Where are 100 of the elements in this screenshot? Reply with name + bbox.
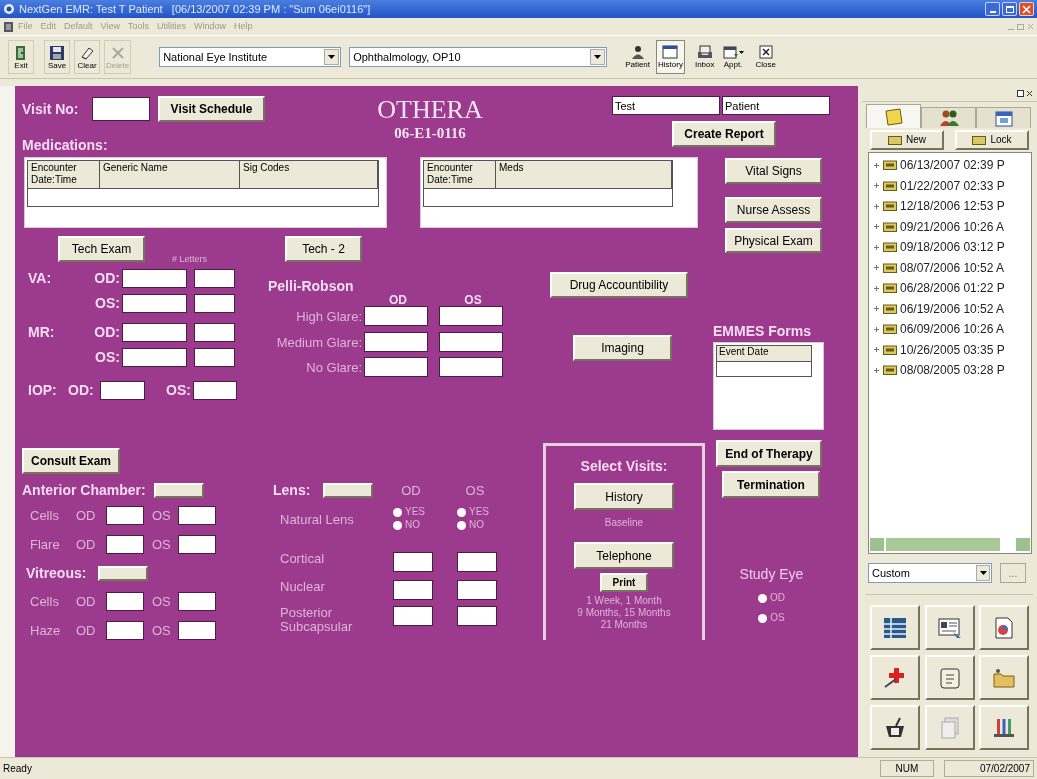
tech-2-button[interactable]: Tech - 2 [285, 236, 362, 262]
input-field[interactable] [100, 380, 145, 400]
form-button[interactable]: Nurse Assess [725, 197, 822, 223]
tab[interactable] [976, 107, 1031, 128]
input-field[interactable] [194, 322, 235, 342]
input-field[interactable] [364, 306, 428, 326]
first-name-field[interactable]: Test [612, 96, 720, 115]
tree-item[interactable]: 06/09/2006 10:26 A [869, 319, 1031, 340]
radio-button[interactable] [393, 507, 402, 517]
input-field[interactable] [178, 620, 216, 640]
expand-icon[interactable] [873, 243, 880, 251]
tree-item[interactable]: 09/21/2006 10:26 A [869, 216, 1031, 237]
input-field[interactable] [122, 322, 187, 342]
input-field[interactable] [92, 97, 150, 121]
input-field[interactable] [439, 306, 503, 326]
radio-button[interactable] [457, 507, 466, 517]
horizontal-scrollbar[interactable] [869, 537, 1031, 552]
input-field[interactable] [178, 534, 216, 554]
input-field[interactable] [393, 580, 433, 600]
visit-schedule-button[interactable]: Visit Schedule [158, 96, 265, 122]
input-field[interactable] [439, 332, 503, 352]
tree-item[interactable]: 12/18/2006 12:53 P [869, 196, 1031, 217]
toolbar-button[interactable]: Inbox [692, 40, 717, 74]
tree-item[interactable]: 06/13/2007 02:39 P [869, 155, 1031, 176]
input-field[interactable] [457, 552, 497, 572]
input-field[interactable] [457, 580, 497, 600]
toolbar-button[interactable]: Exit [8, 40, 34, 74]
input-field[interactable] [178, 591, 216, 611]
expand-icon[interactable] [873, 182, 880, 190]
small-button[interactable] [153, 483, 204, 498]
shortcut-button[interactable] [870, 605, 920, 650]
tree-item[interactable]: 10/26/2005 03:35 P [869, 339, 1031, 360]
input-field[interactable] [457, 606, 497, 626]
expand-icon[interactable] [873, 202, 880, 210]
tree-item[interactable]: 01/22/2007 02:33 P [869, 175, 1031, 196]
input-field[interactable] [106, 505, 144, 525]
expand-icon[interactable] [873, 305, 880, 313]
input-field[interactable] [122, 347, 187, 367]
toolbar-button[interactable]: Clear [74, 40, 100, 74]
form-button[interactable]: Physical Exam [725, 228, 822, 253]
panel-button[interactable]: Lock [955, 130, 1029, 150]
radio-button[interactable] [393, 520, 402, 530]
toolbar-button[interactable]: Save [44, 40, 70, 74]
input-field[interactable] [439, 357, 503, 377]
filter-dropdown[interactable]: Custom [868, 563, 992, 583]
input-field[interactable] [364, 332, 428, 352]
history-button[interactable]: History [574, 483, 674, 510]
close-icon[interactable] [1026, 90, 1033, 97]
shortcut-button[interactable] [979, 705, 1030, 750]
last-name-field[interactable]: Patient [722, 96, 830, 115]
tree-item[interactable]: 09/18/2006 03:12 P [869, 237, 1031, 258]
expand-icon[interactable] [873, 223, 880, 231]
radio-button[interactable] [758, 593, 767, 603]
input-field[interactable] [106, 620, 144, 640]
input-field[interactable] [393, 552, 433, 572]
expand-icon[interactable] [873, 366, 880, 374]
print-button[interactable]: Print [600, 573, 648, 592]
create-report-button[interactable]: Create Report [672, 121, 776, 147]
panel-button[interactable]: New [870, 130, 944, 150]
tree-item[interactable]: 08/08/2005 03:28 P [869, 360, 1031, 381]
tree-item[interactable]: 06/28/2006 01:22 P [869, 278, 1031, 299]
form-button[interactable]: Vital Signs [725, 158, 822, 184]
expand-icon[interactable] [873, 284, 880, 292]
minimize-icon[interactable] [985, 2, 1000, 16]
expand-icon[interactable] [873, 264, 880, 272]
tree-item[interactable]: 06/19/2006 10:52 A [869, 298, 1031, 319]
consult-exam-button[interactable]: Consult Exam [22, 448, 120, 474]
shortcut-button[interactable] [870, 705, 920, 750]
input-field[interactable] [122, 293, 187, 313]
tree-item[interactable]: 08/07/2006 10:52 A [869, 257, 1031, 278]
more-button[interactable]: ... [1000, 563, 1026, 583]
expand-icon[interactable] [873, 325, 880, 333]
input-field[interactable] [194, 268, 235, 288]
drug-accountability-button[interactable]: Drug Accountibility [550, 272, 688, 298]
tab[interactable] [866, 104, 921, 128]
radio-button[interactable] [457, 520, 466, 530]
input-field[interactable] [194, 293, 235, 313]
maximize-icon[interactable] [1002, 2, 1017, 16]
tab[interactable] [921, 107, 976, 128]
input-field[interactable] [393, 606, 433, 626]
telephone-button[interactable]: Telephone [574, 542, 674, 569]
input-field[interactable] [364, 357, 428, 377]
expand-icon[interactable] [873, 161, 880, 169]
toolbar-button[interactable]: Appt. [720, 40, 746, 74]
dropdown[interactable]: Ophthalmology, OP10 [349, 47, 608, 67]
small-button[interactable] [323, 483, 373, 498]
input-field[interactable] [194, 347, 235, 367]
toolbar-button[interactable]: History [656, 40, 685, 74]
toolbar-button[interactable]: Close [753, 40, 778, 74]
input-field[interactable] [106, 591, 144, 611]
form-button[interactable]: End of Therapy [716, 440, 822, 467]
form-button[interactable]: Termination [722, 471, 820, 498]
small-button[interactable] [98, 566, 149, 581]
expand-icon[interactable] [873, 346, 880, 354]
input-field[interactable] [193, 380, 237, 400]
input-field[interactable] [106, 534, 144, 554]
input-field[interactable] [178, 505, 216, 525]
dropdown[interactable]: National Eye Institute [159, 47, 342, 67]
tech-exam-button[interactable]: Tech Exam [58, 236, 145, 262]
input-field[interactable] [122, 268, 187, 288]
